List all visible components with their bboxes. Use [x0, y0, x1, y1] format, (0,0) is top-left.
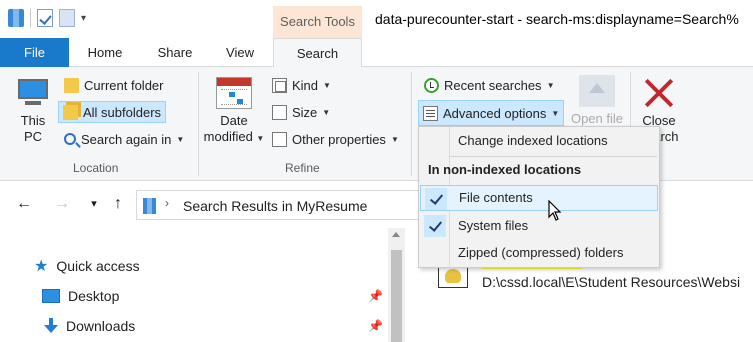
open-file-button[interactable]: Open file — [566, 75, 628, 127]
system-files-label: System files — [458, 218, 529, 233]
size-button[interactable]: Size ▼ — [268, 101, 334, 123]
back-arrow-icon[interactable]: ← — [14, 194, 34, 214]
date-modified-text: Date modified — [203, 113, 253, 144]
search-again-label: Search again in — [81, 131, 172, 147]
current-folder-label: Current folder — [84, 77, 164, 93]
tab-share[interactable]: Share — [146, 38, 204, 67]
search-results-icon — [143, 198, 156, 214]
scrollbar-thumb[interactable] — [391, 250, 402, 342]
date-modified-label: Date modified ▼ — [202, 113, 266, 147]
checkmark-icon — [425, 188, 447, 210]
recent-searches-icon — [424, 77, 439, 93]
recent-searches-label: Recent searches — [444, 77, 542, 93]
advanced-options-label: Advanced options — [443, 105, 547, 121]
advanced-options-icon — [423, 105, 438, 121]
this-pc-label: This PC — [20, 113, 46, 144]
checkmark-icon — [424, 215, 446, 237]
all-subfolders-label: All subfolders — [83, 104, 162, 120]
properties-icon[interactable] — [37, 9, 53, 27]
close-icon — [641, 77, 677, 109]
kind-icon — [272, 77, 287, 93]
mouse-cursor-icon — [548, 200, 562, 221]
quick-access-label: Quick access — [56, 258, 140, 274]
nav-item-quick-access[interactable]: ★ Quick access — [34, 254, 140, 278]
current-folder-button[interactable]: Current folder — [60, 74, 167, 96]
chevron-down-icon: ▼ — [551, 108, 560, 118]
kind-button[interactable]: Kind ▼ — [268, 74, 335, 96]
desktop-icon — [42, 289, 60, 303]
chevron-down-icon: ▼ — [546, 80, 555, 90]
pin-icon[interactable]: 📌 — [368, 319, 383, 333]
chevron-down-icon: ▼ — [256, 134, 265, 143]
up-arrow-icon[interactable]: ↑ — [108, 194, 128, 214]
recent-locations-chevron-down-icon[interactable]: ▾ — [84, 194, 104, 214]
forward-arrow-icon[interactable]: → — [52, 194, 72, 214]
size-label: Size — [292, 104, 318, 120]
search-again-in-button[interactable]: Search again in ▼ — [60, 128, 188, 150]
group-divider — [411, 72, 412, 176]
other-properties-label: Other properties — [292, 131, 386, 147]
scroll-up-arrow-icon[interactable] — [392, 232, 400, 237]
menu-item-zipped-folders[interactable]: Zipped (compressed) folders — [420, 240, 658, 266]
nav-pane-scrollbar[interactable] — [388, 228, 405, 342]
result-path: D:\cssd.local\E\Student Resources\Websi — [482, 274, 741, 290]
computer-icon — [15, 77, 51, 109]
menu-item-change-indexed-locations[interactable]: Change indexed locations — [420, 128, 658, 154]
quick-access-toolbar: ▾ — [8, 9, 86, 27]
this-pc-button[interactable]: This PC — [12, 77, 54, 145]
download-arrow-icon — [44, 318, 58, 334]
star-icon: ★ — [34, 258, 49, 275]
open-file-icon — [579, 75, 615, 107]
window-title: data-purecounter-start - search-ms:displ… — [375, 11, 739, 27]
breadcrumb-chevron-right-icon[interactable]: › — [165, 196, 169, 210]
search-icon — [64, 133, 76, 145]
nav-item-downloads[interactable]: Downloads — [44, 314, 135, 338]
file-contents-label: File contents — [459, 190, 533, 205]
menu-item-system-files[interactable]: System files — [420, 213, 658, 239]
navigation-pane: ★ Quick access Desktop 📌 Downloads 📌 — [0, 228, 405, 342]
nav-item-desktop[interactable]: Desktop — [42, 284, 119, 308]
tab-file[interactable]: File — [0, 38, 69, 67]
qat-divider — [30, 9, 31, 27]
chevron-down-icon: ▼ — [390, 134, 399, 144]
group-divider — [198, 72, 199, 176]
title-bar: ▾ Search Tools data-purecounter-start - … — [0, 0, 753, 38]
group-label-location: Location — [73, 161, 119, 175]
other-properties-button[interactable]: Other properties ▼ — [268, 128, 403, 150]
pin-icon[interactable]: 📌 — [368, 289, 383, 303]
group-label-refine: Refine — [285, 161, 320, 175]
tab-view[interactable]: View — [212, 38, 268, 67]
chevron-down-icon: ▼ — [323, 80, 331, 90]
breadcrumb[interactable]: Search Results in MyResume — [183, 198, 367, 214]
calendar-icon — [216, 77, 252, 109]
explorer-icon — [8, 9, 24, 27]
advanced-options-menu: Change indexed locations In non-indexed … — [418, 126, 660, 269]
tab-search[interactable]: Search — [273, 38, 362, 68]
recent-searches-button[interactable]: Recent searches ▼ — [420, 74, 558, 96]
open-file-label: Open file — [570, 111, 624, 126]
downloads-label: Downloads — [66, 318, 136, 334]
customize-qat-chevron-down-icon[interactable]: ▾ — [81, 13, 86, 24]
properties-page-icon — [272, 131, 287, 147]
all-subfolders-button[interactable]: All subfolders — [58, 101, 167, 123]
menu-item-file-contents[interactable]: File contents — [420, 185, 658, 211]
size-icon — [272, 104, 287, 120]
chevron-down-icon: ▼ — [322, 107, 331, 117]
tab-home[interactable]: Home — [72, 38, 138, 67]
chevron-down-icon: ▼ — [176, 134, 185, 144]
address-bar[interactable]: › Search Results in MyResume — [136, 190, 426, 220]
date-modified-button[interactable]: Date modified ▼ — [202, 77, 266, 147]
new-folder-icon[interactable] — [59, 9, 75, 27]
advanced-options-button[interactable]: Advanced options ▼ — [418, 100, 565, 126]
search-tools-context-label: Search Tools — [273, 6, 362, 38]
folder-icon — [64, 77, 79, 93]
ribbon-tab-row: File Home Share View Search — [0, 38, 753, 68]
desktop-label: Desktop — [68, 288, 120, 304]
menu-heading: In non-indexed locations — [428, 162, 582, 177]
kind-label: Kind — [292, 77, 319, 93]
subfolders-icon — [63, 104, 78, 120]
